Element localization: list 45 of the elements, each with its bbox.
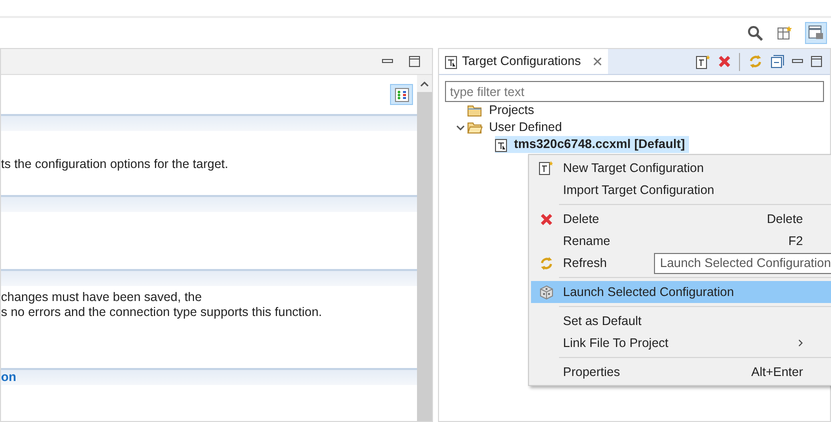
layout-toggle-button[interactable]: [390, 84, 413, 105]
columns-icon: [394, 88, 408, 102]
minimize-icon[interactable]: [792, 58, 803, 64]
cube-icon: [538, 284, 554, 300]
target-file-icon: [495, 138, 508, 152]
menu-item[interactable]: Launch Selected Configuration: [531, 281, 831, 303]
collapse-all-icon[interactable]: [771, 55, 784, 68]
menu-item[interactable]: Properties Alt+Enter: [531, 361, 831, 383]
tree-item[interactable]: Projects: [467, 102, 538, 119]
new-file-icon[interactable]: [696, 54, 710, 68]
maximize-icon[interactable]: [409, 56, 420, 67]
menu-item[interactable]: Set as Default: [531, 310, 831, 332]
delete-icon: [540, 212, 552, 226]
section-title: on: [1, 371, 16, 384]
scrollbar[interactable]: [417, 75, 432, 421]
tree-item[interactable]: User Defined: [467, 119, 566, 136]
section-header[interactable]: on: [1, 368, 417, 385]
tooltip: Launch Selected Configuration: [654, 253, 831, 274]
tree-item[interactable]: tms320c6748.ccxml [Default]: [495, 136, 689, 153]
minimize-icon[interactable]: [382, 58, 393, 64]
menu-item[interactable]: Rename F2: [531, 230, 831, 252]
menu-item[interactable]: New Target Configuration: [531, 157, 831, 179]
target-file-icon: [445, 54, 458, 68]
maximize-icon[interactable]: [811, 56, 822, 67]
menu-item[interactable]: Link File To Project: [531, 332, 831, 354]
search-icon[interactable]: [747, 25, 763, 41]
description-text: ts the configuration options for the target.: [1, 157, 230, 172]
close-icon[interactable]: [592, 57, 602, 66]
menu-item[interactable]: Delete Delete: [531, 208, 831, 230]
scroll-up-icon[interactable]: [420, 80, 429, 86]
description-text: s no errors and the connection type supports this function.: [1, 305, 324, 320]
view-tab[interactable]: Target Configurations: [439, 49, 608, 74]
expanded-chevron-icon[interactable]: [456, 124, 464, 130]
perspective-button[interactable]: [805, 22, 827, 44]
menu-item[interactable]: Import Target Configuration: [531, 179, 831, 201]
refresh-icon: [538, 256, 554, 270]
folder-icon: [467, 121, 483, 134]
folder-icon: [467, 104, 483, 117]
tab-title: Target Configurations: [462, 53, 581, 70]
delete-icon[interactable]: [718, 55, 731, 68]
table-icon[interactable]: [775, 25, 793, 41]
filter-field[interactable]: type filter text: [445, 81, 824, 102]
new-file-icon: [539, 161, 553, 175]
window-icon: [808, 25, 824, 41]
description-text: changes must have been saved, the: [1, 290, 203, 305]
